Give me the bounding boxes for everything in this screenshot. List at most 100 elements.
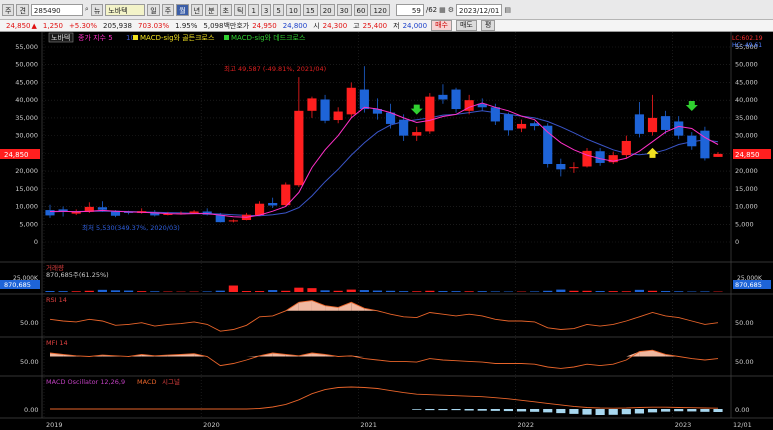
ratio-value: 1.95% [175,21,198,30]
price-tick-left: 10,000 [15,203,38,211]
high-annotation: 최고 49,587 (-49.81%, 2021/04) [224,64,326,73]
candle-body [228,220,238,222]
ask-value: 24,950 [252,21,277,30]
time-tick: 12/01 [733,421,752,429]
price-tick-left: 45,000 [15,78,38,86]
mfi-line [49,349,719,369]
oscillator-bar [634,409,644,414]
volume-bar [228,285,238,292]
oscillator-bar [661,409,671,412]
candle-body [307,98,317,111]
candle-body [215,215,225,223]
mode-select[interactable]: 주 [2,3,15,16]
price-tag-left-text: 24,850 [4,151,29,159]
oscillator-bar [516,409,527,412]
macd-title: MACD Oscillator 12,26,9 [46,378,125,386]
macd-title-3: 시그널 [162,377,180,386]
candle-body [634,114,644,134]
volume-tag-left-text: 870,685 [4,281,31,289]
interval-10[interactable]: 10 [285,3,301,16]
market-flag[interactable]: 견 [16,3,29,16]
price-tick-right: 45,000 [735,78,758,86]
oscillator-bar [543,409,553,413]
high-label: 고 [353,21,360,30]
interval-30[interactable]: 30 [336,3,352,16]
period-day[interactable]: 일 [147,3,160,16]
volume-bar [320,290,330,292]
eval-button[interactable]: 평 [480,20,496,31]
period-month[interactable]: 월 [176,3,189,16]
oscillator-bar [713,409,723,412]
price-tick-left: 55,000 [15,43,38,51]
gear-icon[interactable]: ⚙ [448,6,454,14]
price-tick-right: 15,000 [735,185,758,193]
oscillator-bar [425,409,435,411]
up-triangle-icon: ▲ [31,21,37,30]
oscillator-bar [569,409,579,414]
interval-3[interactable]: 3 [260,3,272,16]
date-input[interactable]: 2023/12/01 [456,3,503,16]
volume-bar [150,291,160,292]
rsi-fill-segment [311,300,326,311]
low-annotation: 최저 5,530(349.37%, 2020/03) [82,223,180,232]
mfi-fill [50,350,679,357]
price-change: 1,250 [42,21,63,30]
volume-bar [477,291,487,292]
volume-bar [674,291,684,292]
volume-bar [412,291,422,292]
calendar-icon[interactable]: ▤ [504,6,511,14]
interval-20[interactable]: 20 [319,3,335,16]
dead-cross-arrow [410,104,423,115]
period-week[interactable]: 주 [161,3,175,16]
candle-body [333,111,343,121]
volume-bar [530,291,540,292]
period-tick[interactable]: 틱 [234,3,247,16]
rsi-fifty-right: 50.00 [735,319,754,327]
period-second[interactable]: 초 [219,3,232,16]
buy-button[interactable]: 매수 [431,20,452,31]
period-year[interactable]: 년 [190,3,204,16]
volume-bar [241,291,252,292]
quote-bar: 24,850 ▲ 1,250 +5.30% 205,938 703.03% 1.… [0,20,773,32]
volume-bar [359,290,369,292]
price-tick-right: 20,000 [735,167,758,175]
oscillator-bar [477,409,487,411]
oscillator-bar [412,409,422,410]
volume-bar [543,290,553,292]
candle-body [674,121,684,136]
candle-body [582,150,592,167]
oscillator-bar [490,409,500,411]
volume-bar [58,291,68,292]
candle-body [569,167,579,169]
magnifier-icon[interactable]: ⌕ [85,5,89,14]
interval-120[interactable]: 120 [370,3,390,16]
stock-code-input[interactable]: 285490 [30,3,83,16]
price-tick-right: 35,000 [735,114,758,122]
volume-pct: 870,685주(61.25%) [46,271,109,279]
sell-button[interactable]: 매도 [455,20,477,31]
time-tick: 2023 [675,421,692,429]
interval-1[interactable]: 1 [248,3,259,16]
oscillator-bar [451,409,461,411]
candle-body [490,107,500,122]
grid-icon[interactable]: ▦ [439,6,446,14]
dead-cross-arrow [685,101,698,112]
candle-body [97,207,107,210]
high-value: 25,400 [362,21,388,30]
ma10-line [49,110,719,217]
candle-body [281,184,291,206]
volume-bar [595,291,605,292]
count-input[interactable]: 59 [395,3,424,16]
period-minute[interactable]: 분 [205,3,218,16]
price-change-pct: +5.30% [68,21,98,30]
interval-15[interactable]: 15 [302,3,318,16]
price-tick-left: 50,000 [15,61,38,69]
candle-body [425,96,435,132]
interval-60[interactable]: 60 [353,3,369,16]
interval-5[interactable]: 5 [273,3,284,16]
chart-area[interactable]: 0 0 5,000 5,000 10,000 10,000 15,000 15,000 20,0… [0,32,773,430]
search-news-button[interactable]: 뉴 [90,3,104,16]
volume-bar [307,288,317,292]
time-tick: 2020 [203,421,220,429]
price-tick-right: 50,000 [735,61,758,69]
